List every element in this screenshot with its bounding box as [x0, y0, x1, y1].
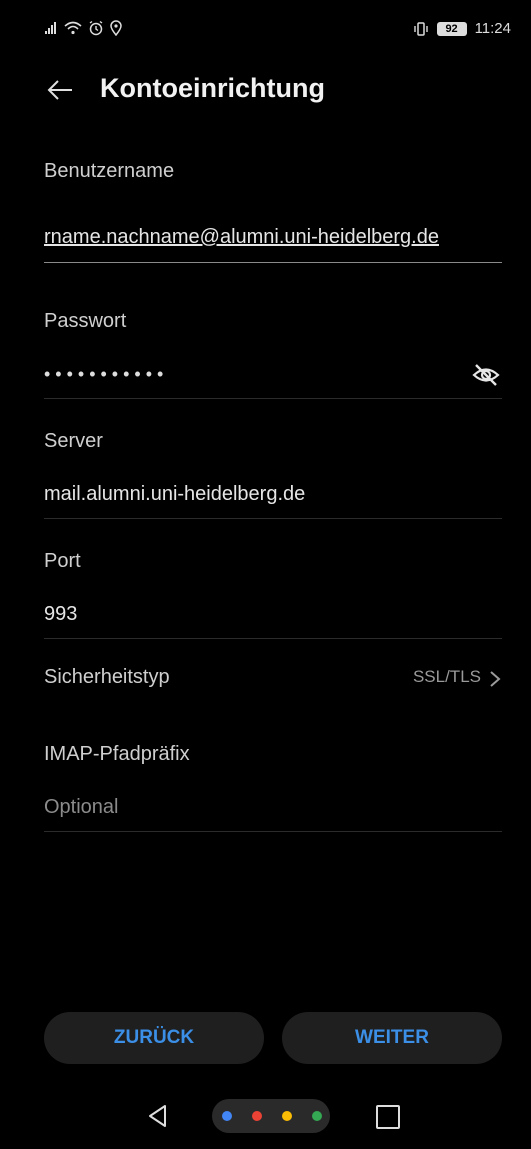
status-icons-left: [44, 20, 122, 36]
red-dot: [252, 1111, 262, 1121]
imap-prefix-input[interactable]: Optional: [44, 796, 119, 819]
battery-level: 92: [436, 21, 467, 36]
system-nav-bar: [0, 1085, 531, 1149]
nav-back-icon[interactable]: [145, 1103, 171, 1129]
blue-dot: [222, 1111, 232, 1121]
port-input[interactable]: 993: [44, 603, 77, 626]
username-divider: [44, 262, 502, 263]
eye-slash-icon[interactable]: [471, 360, 501, 390]
username-input[interactable]: rname.nachname@alumni.uni-heidelberg.de: [44, 226, 439, 249]
chevron-right-icon: [490, 671, 501, 687]
app-header: Kontoeinrichtung: [0, 70, 531, 110]
server-label: Server: [44, 430, 103, 452]
page-title: Kontoeinrichtung: [100, 73, 325, 103]
location-icon: [110, 20, 122, 36]
signal-icon: [45, 22, 56, 34]
server-input[interactable]: mail.alumni.uni-heidelberg.de: [44, 483, 305, 506]
clock: 11:24: [474, 20, 511, 37]
server-divider: [44, 518, 502, 519]
back-button[interactable]: ZURÜCK: [44, 1012, 264, 1064]
green-dot: [312, 1111, 322, 1121]
home-assistant-icon[interactable]: [212, 1099, 330, 1133]
arrow-left-icon[interactable]: [44, 74, 76, 106]
port-divider: [44, 638, 502, 639]
next-button[interactable]: WEITER: [282, 1012, 502, 1064]
wifi-icon: [64, 21, 82, 35]
recents-icon[interactable]: [376, 1105, 400, 1129]
port-label: Port: [44, 550, 81, 572]
imap-prefix-label: IMAP-Pfadpräfix: [44, 743, 190, 765]
status-bar: 92 11:24: [0, 0, 531, 60]
password-divider: [44, 398, 502, 399]
security-type-row[interactable]: Sicherheitstyp SSL/TLS: [0, 650, 531, 706]
security-type-value: SSL/TLS: [412, 667, 481, 686]
password-label: Passwort: [44, 310, 127, 332]
password-input[interactable]: •••••••••••: [44, 364, 168, 385]
username-label: Benutzername: [44, 160, 175, 182]
security-type-label: Sicherheitstyp: [44, 666, 170, 688]
status-icons-right: 92 11:24: [413, 20, 511, 37]
imap-prefix-divider: [44, 831, 502, 832]
yellow-dot: [282, 1111, 292, 1121]
alarm-icon: [89, 20, 103, 36]
vibrate-icon: [413, 21, 428, 36]
